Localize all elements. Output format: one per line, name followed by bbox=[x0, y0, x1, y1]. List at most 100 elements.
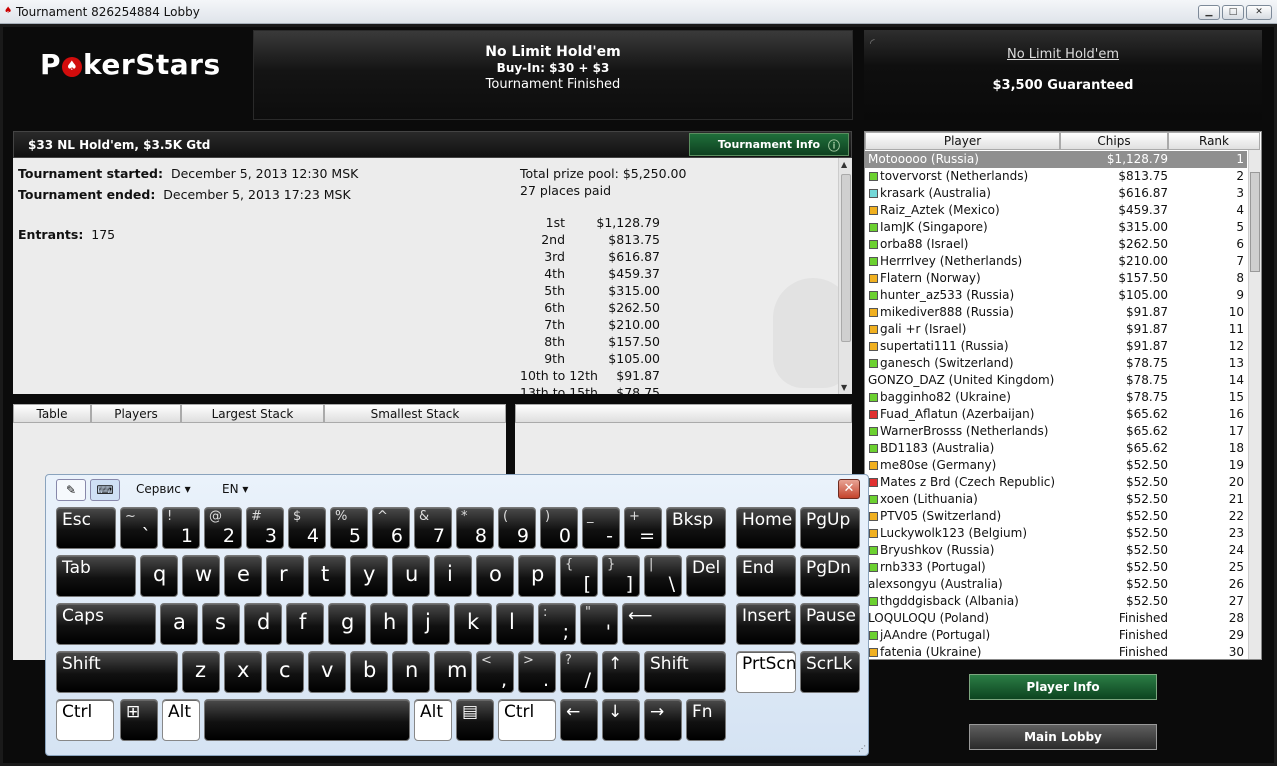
player-row[interactable]: xoen (Lithuania) $52.50 21 bbox=[865, 491, 1247, 508]
key[interactable]: ^ 6 bbox=[372, 507, 410, 549]
player-row[interactable]: hunter_az533 (Russia) $105.00 9 bbox=[865, 287, 1247, 304]
key[interactable]: x bbox=[224, 651, 262, 693]
key[interactable]: | \ bbox=[644, 555, 682, 597]
player-row[interactable]: IamJK (Singapore) $315.00 5 bbox=[865, 219, 1247, 236]
key[interactable]: PgDn bbox=[800, 555, 860, 597]
col-table[interactable]: Table bbox=[13, 404, 91, 423]
player-row[interactable]: rnb333 (Portugal) $52.50 25 bbox=[865, 559, 1247, 576]
main-lobby-button[interactable]: Main Lobby bbox=[969, 724, 1157, 750]
key[interactable]: Pause bbox=[800, 603, 860, 645]
key[interactable]: l bbox=[496, 603, 534, 645]
service-menu[interactable]: Сервис ▾ bbox=[136, 482, 191, 496]
resize-grip-icon[interactable]: ⋰ bbox=[858, 744, 866, 753]
col-players[interactable]: Players bbox=[91, 404, 181, 423]
key[interactable]: & 7 bbox=[414, 507, 452, 549]
key[interactable]: ? / bbox=[560, 651, 598, 693]
key[interactable]: " ' bbox=[580, 603, 618, 645]
key[interactable]: ↓ bbox=[602, 699, 640, 741]
key[interactable]: Esc bbox=[56, 507, 116, 549]
info-scrollbar[interactable]: ▲ ▼ bbox=[838, 158, 852, 394]
col-player[interactable]: Player bbox=[865, 132, 1060, 150]
key[interactable]: ⊞ bbox=[120, 699, 158, 741]
player-row[interactable]: GONZO_DAZ (United Kingdom) $78.75 14 bbox=[865, 372, 1247, 389]
col-smallest-stack[interactable]: Smallest Stack bbox=[324, 404, 506, 423]
player-row[interactable]: Flatern (Norway) $157.50 8 bbox=[865, 270, 1247, 287]
key[interactable]: w bbox=[182, 555, 220, 597]
player-row[interactable]: Raiz_Aztek (Mexico) $459.37 4 bbox=[865, 202, 1247, 219]
key[interactable]: % 5 bbox=[330, 507, 368, 549]
key[interactable]: ) 0 bbox=[540, 507, 578, 549]
key[interactable]: Fn bbox=[686, 699, 726, 741]
maximize-button[interactable]: □ bbox=[1222, 5, 1244, 20]
key[interactable]: o bbox=[476, 555, 514, 597]
key[interactable]: g bbox=[328, 603, 366, 645]
key[interactable]: b bbox=[350, 651, 388, 693]
key[interactable]: Tab bbox=[56, 555, 136, 597]
player-row[interactable]: fatenia (Ukraine) Finished 30 bbox=[865, 644, 1247, 659]
key[interactable]: e bbox=[224, 555, 262, 597]
col-chips[interactable]: Chips bbox=[1060, 132, 1168, 150]
player-row[interactable]: Bryushkov (Russia) $52.50 24 bbox=[865, 542, 1247, 559]
col-rank[interactable]: Rank bbox=[1168, 132, 1260, 150]
players-scrollbar[interactable] bbox=[1248, 150, 1261, 659]
player-row[interactable]: BD1183 (Australia) $65.62 18 bbox=[865, 440, 1247, 457]
key[interactable]: >. bbox=[518, 651, 556, 693]
player-row[interactable]: Fuad_Aflatun (Azerbaijan) $65.62 16 bbox=[865, 406, 1247, 423]
player-row[interactable]: Luckywolk123 (Belgium) $52.50 23 bbox=[865, 525, 1247, 542]
player-row[interactable]: mikediver888 (Russia) $91.87 10 bbox=[865, 304, 1247, 321]
key[interactable]: Alt bbox=[162, 699, 200, 741]
key[interactable]: :; bbox=[538, 603, 576, 645]
game-link[interactable]: No Limit Hold'em bbox=[864, 47, 1262, 62]
key[interactable]: a bbox=[160, 603, 198, 645]
key[interactable]: p bbox=[518, 555, 556, 597]
player-row[interactable]: ganesch (Switzerland) $78.75 13 bbox=[865, 355, 1247, 372]
key[interactable]: #3 bbox=[246, 507, 284, 549]
col-largest-stack[interactable]: Largest Stack bbox=[181, 404, 324, 423]
key[interactable]: Shift bbox=[56, 651, 178, 693]
key[interactable]: ← bbox=[560, 699, 598, 741]
player-row[interactable]: PTV05 (Switzerland) $52.50 22 bbox=[865, 508, 1247, 525]
key[interactable]: @2 bbox=[204, 507, 242, 549]
key[interactable]: i bbox=[434, 555, 472, 597]
key[interactable]: k bbox=[454, 603, 492, 645]
player-row[interactable]: WarnerBrosss (Netherlands) $65.62 17 bbox=[865, 423, 1247, 440]
key[interactable]: Del bbox=[686, 555, 726, 597]
key[interactable]: y bbox=[350, 555, 388, 597]
key[interactable]: → bbox=[644, 699, 682, 741]
key[interactable]: j bbox=[412, 603, 450, 645]
key[interactable]: ScrLk bbox=[800, 651, 860, 693]
key[interactable]: q bbox=[140, 555, 178, 597]
key[interactable]: ⟵ bbox=[622, 603, 726, 645]
key[interactable]: Insert bbox=[736, 603, 796, 645]
key[interactable]: d bbox=[244, 603, 282, 645]
key[interactable]: }] bbox=[602, 555, 640, 597]
player-row[interactable]: me80se (Germany) $52.50 19 bbox=[865, 457, 1247, 474]
key[interactable]: ~ ` bbox=[120, 507, 158, 549]
key[interactable]: PrtScn bbox=[736, 651, 797, 693]
key[interactable]: u bbox=[392, 555, 430, 597]
key[interactable]: _ - bbox=[582, 507, 620, 549]
key[interactable]: ! 1 bbox=[162, 507, 200, 549]
player-row[interactable]: supertati111 (Russia) $91.87 12 bbox=[865, 338, 1247, 355]
key[interactable]: ▤ bbox=[456, 699, 494, 741]
key[interactable]: f bbox=[286, 603, 324, 645]
key[interactable] bbox=[204, 699, 410, 741]
key[interactable]: Ctrl bbox=[498, 699, 556, 741]
key[interactable]: z bbox=[182, 651, 220, 693]
key[interactable]: r bbox=[266, 555, 304, 597]
player-row[interactable]: LOQULOQU (Poland) Finished 28 bbox=[865, 610, 1247, 627]
key[interactable]: Alt bbox=[414, 699, 452, 741]
key[interactable]: + = bbox=[624, 507, 662, 549]
player-row[interactable]: gali +r (Israel) $91.87 11 bbox=[865, 321, 1247, 338]
handwriting-pad-icon[interactable]: ✎ bbox=[56, 479, 86, 501]
key[interactable]: PgUp bbox=[800, 507, 860, 549]
player-row[interactable]: thgddgisback (Albania) $52.50 27 bbox=[865, 593, 1247, 610]
player-row[interactable]: alexsongyu (Australia) $52.50 26 bbox=[865, 576, 1247, 593]
key[interactable]: (9 bbox=[498, 507, 536, 549]
key[interactable]: c bbox=[266, 651, 304, 693]
player-row[interactable]: krasark (Australia) $616.87 3 bbox=[865, 185, 1247, 202]
key[interactable]: h bbox=[370, 603, 408, 645]
key[interactable]: Caps bbox=[56, 603, 156, 645]
key[interactable]: $4 bbox=[288, 507, 326, 549]
key[interactable]: v bbox=[308, 651, 346, 693]
